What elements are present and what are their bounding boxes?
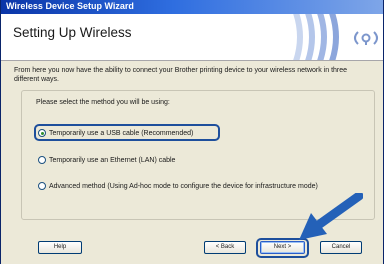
- intro-text: From here you now have the ability to co…: [14, 67, 348, 83]
- radio-label: Temporarily use an Ethernet (LAN) cable: [49, 156, 176, 164]
- page-title: Setting Up Wireless: [13, 25, 132, 40]
- window-title: Wireless Device Setup Wizard: [6, 1, 134, 11]
- radio-button-icon[interactable]: [38, 182, 46, 190]
- radio-advanced-method[interactable]: Advanced method (Using Ad-hoc mode to co…: [38, 180, 318, 192]
- radio-label: Advanced method (Using Ad-hoc mode to co…: [49, 182, 318, 190]
- wireless-waves-icon: [293, 14, 378, 60]
- selection-highlight: [34, 124, 220, 141]
- wizard-window: Wireless Device Setup Wizard Setting Up …: [0, 0, 384, 264]
- pointing-arrow-icon: [299, 193, 363, 240]
- back-button[interactable]: < Back: [204, 241, 246, 254]
- method-prompt: Please select the method you will be usi…: [36, 99, 170, 106]
- title-bar: Wireless Device Setup Wizard: [1, 0, 383, 14]
- radio-ethernet-cable[interactable]: Temporarily use an Ethernet (LAN) cable: [38, 154, 175, 166]
- help-button[interactable]: Help: [38, 241, 82, 254]
- radio-button-icon[interactable]: [38, 156, 46, 164]
- wizard-header: Setting Up Wireless: [1, 14, 383, 61]
